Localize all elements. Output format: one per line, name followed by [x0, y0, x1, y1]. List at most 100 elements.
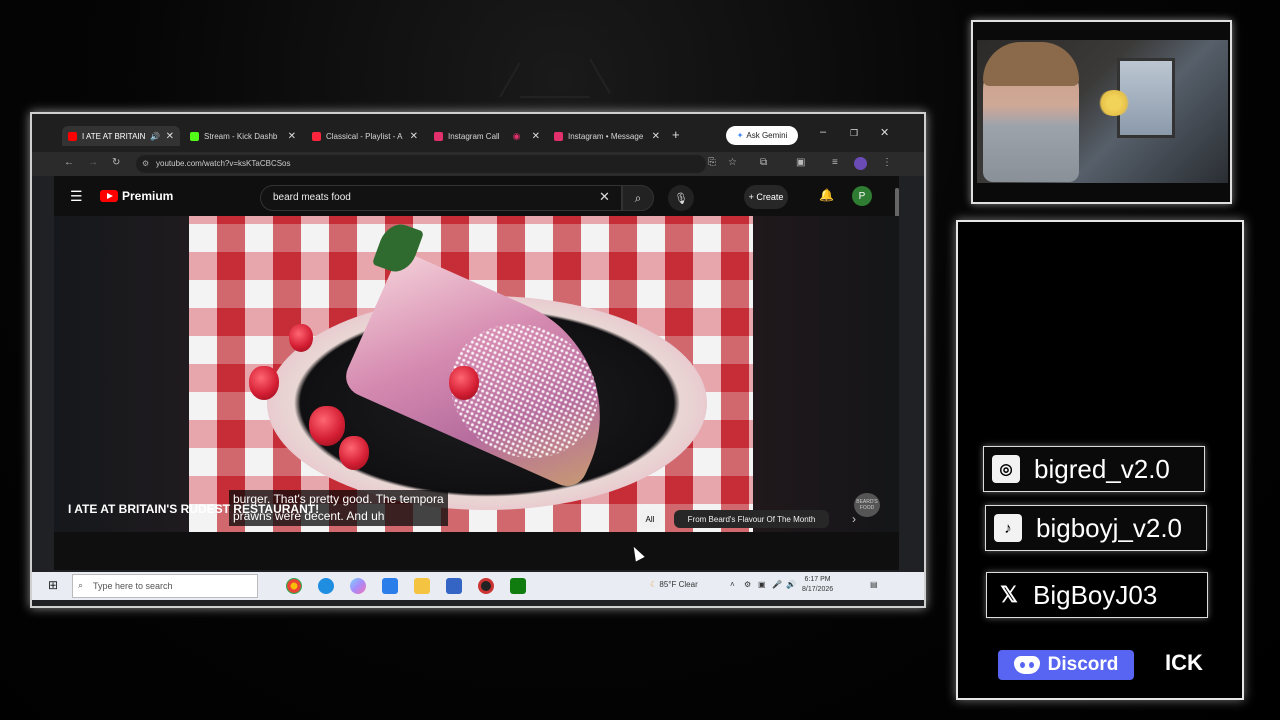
search-value: beard meats food — [273, 192, 351, 203]
youtube-header: ☰ Premium beard meats food ✕ ⌕ 🎙 + Creat… — [54, 176, 899, 216]
obs-icon[interactable] — [478, 578, 494, 594]
streamer-hair — [983, 42, 1079, 86]
youtube-icon — [68, 131, 77, 141]
create-button[interactable]: + Create — [744, 185, 788, 209]
minimize-button[interactable]: – — [820, 126, 826, 138]
youtube-logo-icon[interactable] — [100, 190, 118, 202]
recording-icon: ◉ — [512, 130, 521, 141]
tab-apple-music[interactable]: Classical - Playlist - A ✕ — [306, 126, 424, 146]
taskbar-search-input[interactable]: ⌕ Type here to search — [72, 574, 258, 598]
taskbar-search-placeholder: Type here to search — [93, 581, 173, 591]
forward-icon[interactable]: → — [88, 157, 98, 168]
video-frame[interactable]: burger. That's pretty good. The tempora … — [189, 216, 753, 532]
menu-hamburger-icon[interactable]: ☰ — [70, 188, 83, 205]
xbox-icon[interactable] — [510, 578, 526, 594]
windows-taskbar: ⊞ ⌕ Type here to search ☾ 85°F Clear ˄ ⚙… — [32, 572, 924, 600]
notification-center-icon[interactable]: ▤ — [870, 580, 878, 589]
video-title: I ATE AT BRITAIN'S RUDEST RESTAURANT! — [68, 502, 320, 516]
search-icon: ⌕ — [78, 580, 84, 590]
microphone-icon[interactable]: 🎤 — [772, 580, 782, 589]
window-close-button[interactable]: ✕ — [880, 126, 889, 139]
strawberry — [249, 366, 279, 400]
menu-dots-icon[interactable]: ⋮ — [882, 157, 892, 168]
plus-icon: + — [748, 192, 757, 202]
x-icon: 𝕏 — [995, 581, 1023, 609]
restore-button[interactable]: ❐ — [850, 128, 858, 139]
streamer — [983, 42, 1079, 182]
chevron-right-icon[interactable]: › — [852, 512, 856, 526]
profile-avatar[interactable]: P — [852, 186, 872, 206]
install-icon[interactable]: ⎘ — [708, 157, 716, 168]
tiktok-icon: ♪ — [994, 514, 1022, 542]
ask-gemini-button[interactable]: ✦ Ask Gemini — [726, 126, 798, 145]
tray-app-icon[interactable]: ⚙ — [744, 580, 751, 589]
extensions-icon[interactable]: ⧉ — [760, 157, 767, 168]
url-text: youtube.com/watch?v=ksKTaCBCSos — [156, 159, 291, 168]
kick-icon — [190, 131, 199, 141]
profile-initial: P — [858, 190, 866, 202]
store-icon[interactable] — [446, 578, 462, 594]
tray-app-icon[interactable]: ▣ — [758, 580, 766, 589]
tab-instagram-messages[interactable]: Instagram • Message ✕ — [548, 126, 666, 146]
close-icon[interactable]: ✕ — [288, 131, 296, 142]
stream-overlay: I ATE AT BRITAIN 🔊 ✕ Stream - Kick Dashb… — [0, 0, 1280, 720]
close-icon[interactable]: ✕ — [532, 131, 540, 142]
watermark-text: BEARD'S FOOD — [856, 499, 878, 511]
search-input[interactable]: beard meats food — [260, 185, 622, 211]
tiktok-handle: bigboyj_v2.0 — [1036, 512, 1182, 543]
channel-watermark[interactable]: BEARD'S FOOD — [854, 493, 880, 517]
edge-icon[interactable] — [318, 578, 334, 594]
media-control-icon[interactable]: ≡ — [832, 157, 838, 168]
volume-icon[interactable]: 🔊 — [786, 580, 796, 589]
background-hex-line — [520, 96, 590, 98]
speaker-icon[interactable]: 🔊 — [150, 132, 160, 141]
site-info-icon[interactable]: ⚙ — [142, 155, 149, 173]
tray-chevron-icon[interactable]: ˄ — [730, 580, 735, 589]
clear-search-icon[interactable]: ✕ — [599, 189, 610, 205]
mic-icon: 🎙 — [674, 192, 688, 205]
youtube-brand[interactable]: Premium — [122, 189, 173, 203]
instagram-handle: bigred_v2.0 — [1034, 453, 1170, 484]
close-icon[interactable]: ✕ — [652, 131, 660, 142]
bookmark-star-icon[interactable]: ☆ — [728, 157, 737, 168]
close-icon[interactable]: ✕ — [410, 131, 418, 142]
tab-instagram-call[interactable]: Instagram Call ◉ ✕ — [428, 126, 546, 146]
instagram-icon — [434, 131, 443, 141]
chrome-profile-avatar[interactable] — [854, 157, 867, 170]
back-icon[interactable]: ← — [64, 157, 74, 168]
file-explorer-icon[interactable] — [414, 578, 430, 594]
webcam-frame — [971, 20, 1232, 204]
windows-start-icon[interactable]: ⊞ — [48, 578, 58, 592]
gemini-icon: ✦ — [736, 131, 744, 140]
video-player[interactable]: burger. That's pretty good. The tempora … — [54, 216, 899, 532]
chip-from-channel[interactable]: From Beard's Flavour Of The Month — [674, 510, 829, 528]
notifications-bell-icon[interactable]: 🔔 — [819, 188, 834, 202]
strawberry — [289, 324, 313, 352]
weather-widget[interactable]: ☾ 85°F Clear — [650, 580, 698, 589]
strawberry — [339, 436, 369, 470]
copilot-icon[interactable] — [350, 578, 366, 594]
gemini-label: Ask Gemini — [746, 131, 788, 140]
address-bar-row: ← → ↻ ⚙ youtube.com/watch?v=ksKTaCBCSos … — [32, 152, 924, 176]
tab-youtube[interactable]: I ATE AT BRITAIN 🔊 ✕ — [62, 126, 180, 146]
strawberry — [449, 366, 479, 400]
voice-search-button[interactable]: 🎙 — [668, 185, 694, 211]
instagram-icon: ◎ — [992, 455, 1020, 483]
search-icon: ⌕ — [634, 190, 642, 205]
taskbar-clock[interactable]: 6:17 PM 8/17/2026 — [802, 575, 833, 595]
webcam-feed — [977, 40, 1228, 183]
new-tab-button[interactable]: + — [672, 127, 680, 142]
chrome-icon[interactable] — [286, 578, 302, 594]
close-icon[interactable]: ✕ — [166, 131, 174, 142]
clock-date: 8/17/2026 — [802, 586, 834, 593]
chip-all[interactable]: All — [640, 510, 660, 528]
moon-icon: ☾ — [650, 580, 658, 589]
split-view-icon[interactable]: ▣ — [796, 157, 805, 168]
background-hex-line — [589, 58, 611, 95]
tab-kick[interactable]: Stream - Kick Dashb ✕ — [184, 126, 302, 146]
search-button[interactable]: ⌕ — [622, 185, 654, 211]
reload-icon[interactable]: ↻ — [112, 157, 120, 168]
url-field[interactable]: ⚙ youtube.com/watch?v=ksKTaCBCSos — [136, 155, 706, 173]
outlook-icon[interactable] — [382, 578, 398, 594]
instagram-icon — [554, 131, 563, 141]
